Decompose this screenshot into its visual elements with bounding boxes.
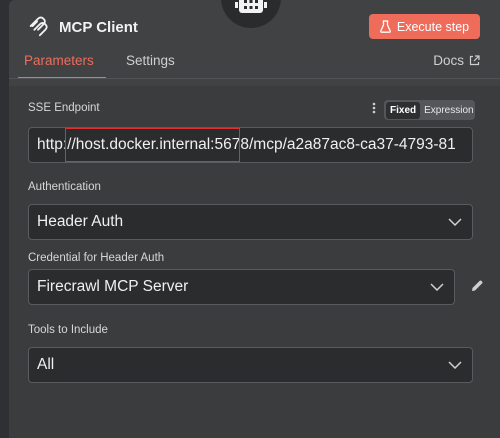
expression-mode-option[interactable]: Expression (424, 105, 473, 116)
authentication-select[interactable]: Header Auth (28, 204, 473, 240)
execute-step-label: Execute step (396, 19, 470, 34)
external-link-icon (469, 55, 480, 66)
edit-pencil-icon[interactable] (470, 279, 484, 293)
tabs-divider (9, 78, 500, 79)
docs-link[interactable]: Docs (433, 53, 480, 68)
flask-icon (379, 20, 391, 33)
chevron-down-icon (448, 361, 462, 369)
tools-label: Tools to Include (28, 324, 108, 336)
fixed-expression-toggle: Fixed Expression (384, 100, 475, 120)
options-dots-icon[interactable] (372, 102, 376, 114)
node-panel: MCP Client Execute step Parameters Setti… (9, 0, 500, 438)
execute-step-button[interactable]: Execute step (369, 14, 480, 39)
chevron-down-icon (430, 283, 444, 291)
robot-icon (235, 0, 267, 13)
fixed-mode-option[interactable]: Fixed (386, 101, 421, 119)
docs-label: Docs (433, 53, 464, 68)
authentication-value: Header Auth (37, 213, 124, 230)
title-row: MCP Client (27, 16, 138, 38)
tools-select[interactable]: All (28, 347, 473, 383)
sse-endpoint-value: http://host.docker.internal:5678/mcp/a2a… (37, 136, 456, 153)
credential-value: Firecrawl MCP Server (37, 278, 189, 295)
credential-label: Credential for Header Auth (28, 252, 165, 264)
authentication-label: Authentication (28, 181, 101, 193)
tab-bar: Parameters Settings Docs (9, 53, 500, 79)
mcp-logo-icon (29, 16, 48, 37)
chevron-down-icon (448, 218, 462, 226)
tab-parameters[interactable]: Parameters (24, 53, 94, 68)
tab-settings[interactable]: Settings (126, 53, 175, 68)
tools-value: All (37, 356, 55, 373)
credential-select[interactable]: Firecrawl MCP Server (28, 269, 455, 305)
sse-endpoint-label: SSE Endpoint (28, 102, 100, 114)
sse-endpoint-input[interactable]: http://host.docker.internal:5678/mcp/a2a… (28, 127, 473, 163)
page-title: MCP Client (59, 18, 138, 36)
